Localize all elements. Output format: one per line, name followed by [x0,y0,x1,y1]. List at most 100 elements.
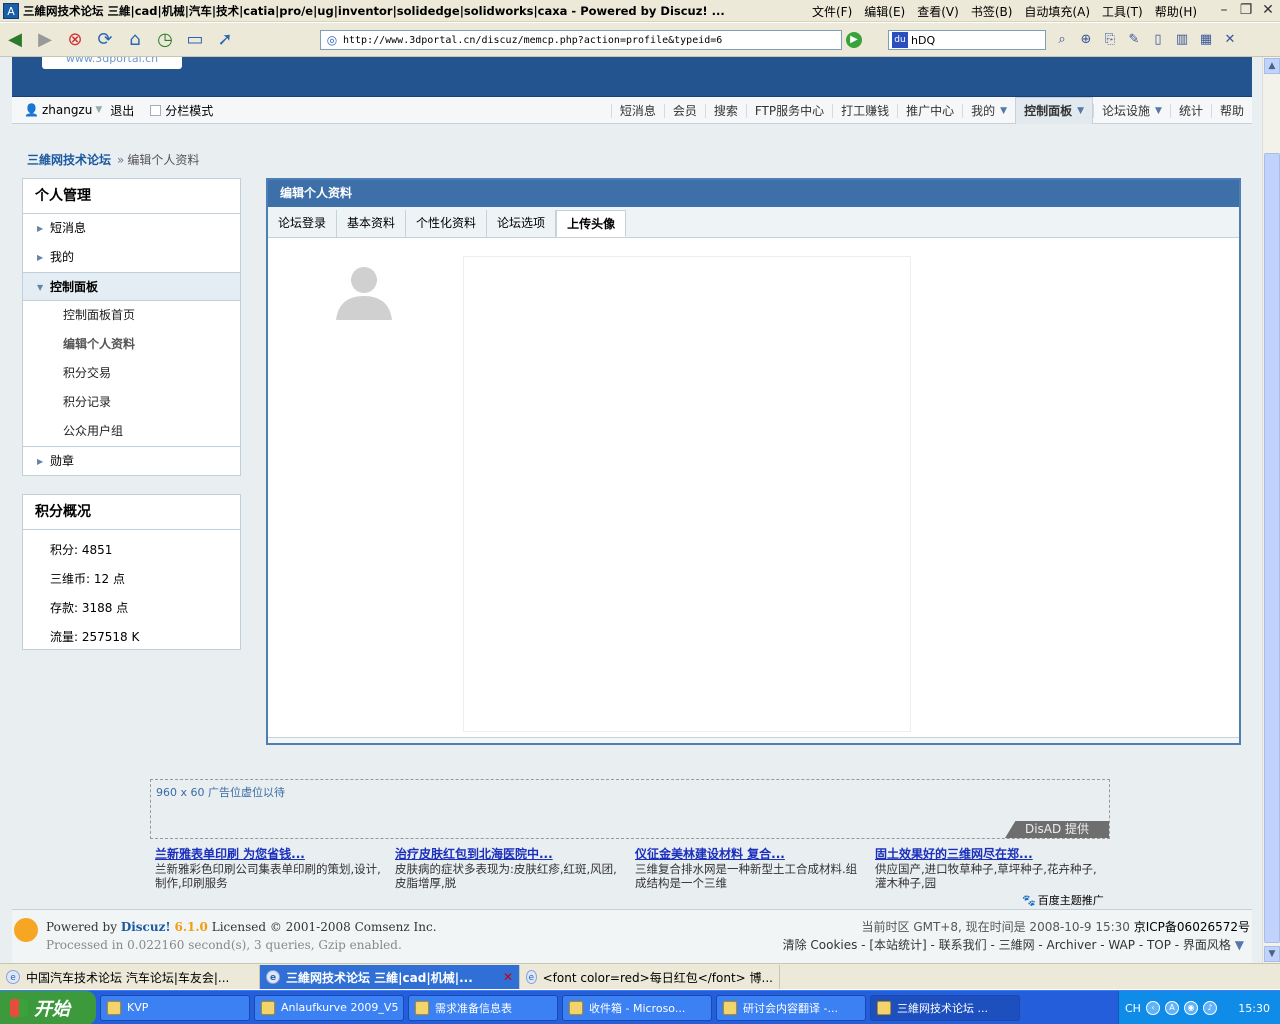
nav-control-panel[interactable]: 控制面板 ▼ [1015,97,1094,124]
menu-autofill[interactable]: 自动填充(A) [1024,3,1090,20]
nav-members[interactable]: 会员 [663,103,705,118]
menu-help[interactable]: 帮助(H) [1155,3,1197,20]
refresh-icon[interactable]: ⟳ [92,27,118,53]
footer-links-text[interactable]: 清除 Cookies - [本站统计] - 联系我们 - 三維网 - Archi… [783,938,1231,952]
search-box[interactable]: du hDQ [888,30,1046,50]
start-button[interactable]: 开始 [0,990,96,1024]
ad-slot[interactable]: 960 x 60 广告位虚位以待 DisAD 提供 [150,779,1110,839]
search-go-icon[interactable]: ⌕ [1052,30,1072,50]
taskbar-item[interactable]: Anlaufkurve 2009_V5 [254,994,404,1021]
sidebar-item-messages[interactable]: ▶ 短消息 [23,214,240,243]
baidu-promo[interactable]: 🐾 百度主题推广 [1022,892,1104,908]
taskbar-item[interactable]: KVP [100,994,250,1021]
back-icon[interactable]: ◀ [2,27,28,53]
scroll-up-icon[interactable]: ▲ [1264,58,1280,74]
menu-tools[interactable]: 工具(T) [1102,3,1143,20]
sidebar-subitem-home[interactable]: 控制面板首页 [23,301,240,330]
tray-icon[interactable]: ‹ [1145,1001,1160,1015]
taskbar-item[interactable]: 需求准备信息表 [408,994,558,1021]
minimize-icon[interactable]: – [1216,2,1232,18]
sidebar-subitem-edit-profile[interactable]: 编辑个人资料 [23,330,240,359]
sidebar-subitem-credit-trade[interactable]: 积分交易 [23,359,240,388]
ad-link[interactable]: 固土效果好的三维网尽在郑... [875,847,1105,862]
tab-personal-info[interactable]: 个性化资料 [406,210,488,237]
menu-edit[interactable]: 编辑(E) [864,3,905,20]
history-icon[interactable]: ◷ [152,27,178,53]
go-icon[interactable]: ▶ [846,32,862,48]
user-menu[interactable]: 👤 zhangzu ▼ 退出 [24,102,134,119]
browser-tab[interactable]: e <font color=red>每日红包</font> 博... [520,965,780,989]
browser-tab-active[interactable]: e 三維网技术论坛 三維|cad|机械|... ✕ [260,965,520,989]
tab-basic-info[interactable]: 基本资料 [337,210,407,237]
chevron-down-icon[interactable]: ▼ [1235,938,1244,952]
home-icon[interactable]: ⌂ [122,27,148,53]
chevron-down-icon[interactable]: ▼ [95,105,102,115]
tab-upload-avatar[interactable]: 上传头像 [556,210,627,237]
sidebar-item-control-panel[interactable]: ▼ 控制面板 [23,272,240,301]
tab-forum-options[interactable]: 论坛选项 [487,210,557,237]
avatar-uploader[interactable] [463,256,911,732]
ad-link[interactable]: 治疗皮肤红包到北海医院中... [395,847,625,862]
tab-forum-login[interactable]: 论坛登录 [268,210,338,237]
find-icon[interactable]: ⎘ [1100,30,1120,50]
address-bar[interactable]: ◎ http://www.3dportal.cn/discuz/memcp.ph… [320,30,842,50]
sidebar-subitem-credit-log[interactable]: 积分记录 [23,388,240,417]
nav-promo[interactable]: 推广中心 [897,103,962,118]
ad-link[interactable]: 仪征金美林建设材料 复合... [635,847,865,862]
menu-bookmarks[interactable]: 书签(B) [971,3,1013,20]
split-mode-checkbox[interactable] [150,104,162,116]
restore-icon[interactable]: ❐ [1238,2,1254,18]
cursor-icon[interactable]: ➚ [212,27,238,53]
site-logo[interactable]: www.3dportal.cn [42,57,182,69]
tray-icon[interactable]: ◉ [1183,1001,1198,1015]
menu-view[interactable]: 查看(V) [917,3,959,20]
tray-icon[interactable]: ♪ [1202,1001,1217,1015]
highlight-icon[interactable]: ✎ [1124,30,1144,50]
breadcrumb-home[interactable]: 三維网技术论坛 [27,153,111,167]
nav-help[interactable]: 帮助 [1210,103,1252,118]
ad-item: 固土效果好的三维网尽在郑... 供应国产,进口牧草种子,草坪种子,花卉种子,灌木… [875,847,1115,890]
nav-stats[interactable]: 统计 [1169,103,1211,118]
stop-icon[interactable]: ⊗ [62,27,88,53]
discuz-link[interactable]: Discuz! [121,920,171,934]
browser-tab[interactable]: e 中国汽车技术论坛 汽车论坛|车友会|... [0,965,260,989]
menu-file[interactable]: 文件(F) [812,3,852,20]
nav-ftp[interactable]: FTP服务中心 [745,103,832,118]
tile-icon[interactable]: ▦ [1196,30,1216,50]
scroll-thumb[interactable] [1264,153,1280,943]
panel-title: 编辑个人资料 [268,180,1239,207]
close-icon[interactable]: ✕ [1260,2,1276,18]
forward-icon[interactable]: ▶ [32,27,58,53]
footer-links[interactable]: 清除 Cookies - [本站统计] - 联系我们 - 三維网 - Archi… [783,936,1244,953]
nav-facilities[interactable]: 论坛设施 ▼ [1093,103,1170,118]
sidebar-item-medals[interactable]: ▶ 勋章 [23,446,240,475]
search-input[interactable]: hDQ [911,34,935,47]
nav-messages[interactable]: 短消息 [610,103,664,118]
ad-provider[interactable]: DisAD 提供 [1005,821,1109,838]
address-input[interactable]: http://www.3dportal.cn/discuz/memcp.php?… [343,35,722,46]
taskbar-item[interactable]: 收件箱 - Microso... [562,994,712,1021]
nav-earn[interactable]: 打工赚钱 [832,103,897,118]
close-icon[interactable]: ✕ [503,970,513,984]
tray-icon[interactable]: A [1164,1001,1179,1015]
page-menu-icon[interactable]: ▯ [1148,30,1168,50]
ad-link[interactable]: 兰新雅表单印刷 为您省钱... [155,847,385,862]
language-indicator[interactable]: CH [1125,1002,1141,1015]
nav-search[interactable]: 搜索 [704,103,746,118]
layout-icon[interactable]: ▥ [1172,30,1192,50]
zoom-icon[interactable]: ⊕ [1076,30,1096,50]
vertical-scrollbar[interactable]: ▲ ▼ [1262,57,1280,963]
sidebar-item-mine[interactable]: ▶ 我的 [23,243,240,272]
split-mode-label[interactable]: 分栏模式 [165,102,213,119]
taskbar-item[interactable]: 研讨会内容翻译 -... [716,994,866,1021]
close-tab-icon[interactable]: ✕ [1220,30,1240,50]
logout-link[interactable]: 退出 [110,102,134,119]
username[interactable]: zhangzu [42,103,92,117]
nav-mine[interactable]: 我的 ▼ [962,103,1015,118]
window-icon[interactable]: ▭ [182,27,208,53]
taskbar-item-active[interactable]: 三維网技术论坛 ... [870,994,1020,1021]
scroll-down-icon[interactable]: ▼ [1264,946,1280,962]
icp-link[interactable]: 京ICP备06026572号 [1134,920,1250,934]
sidebar-subitem-usergroup[interactable]: 公众用户组 [23,417,240,446]
clock[interactable]: 15:30 [1238,1002,1270,1015]
